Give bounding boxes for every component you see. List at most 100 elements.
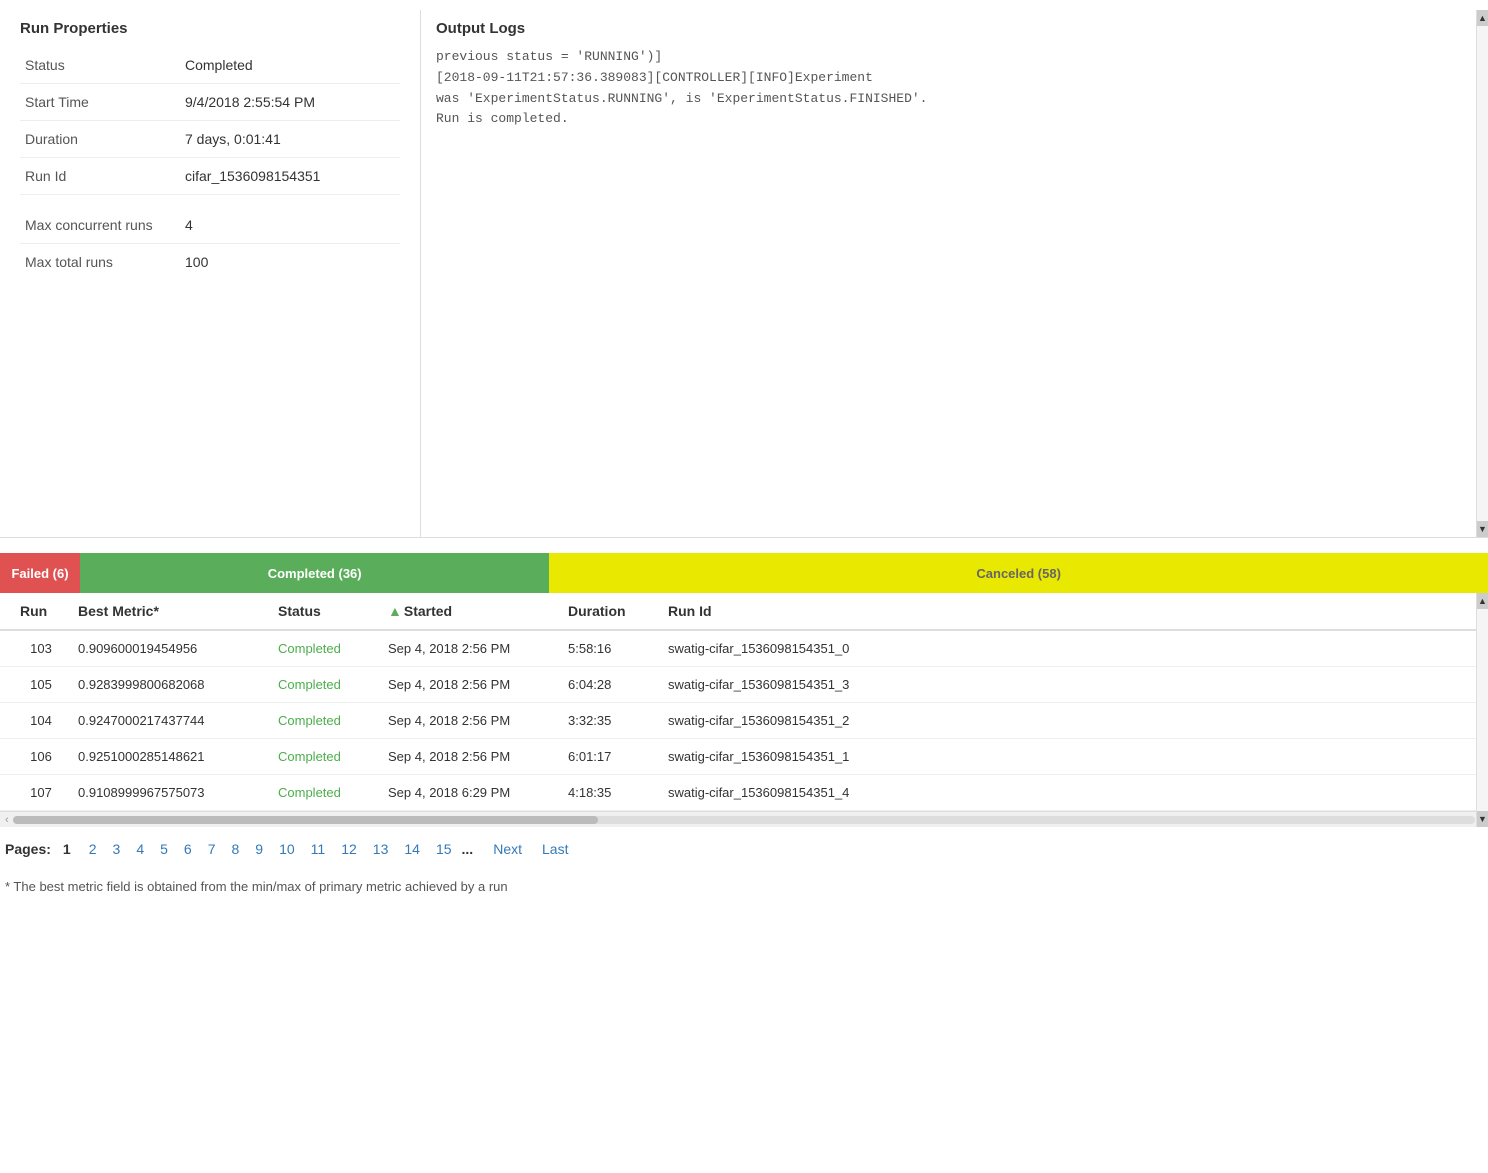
prop-label: Start Time xyxy=(20,84,180,121)
cell-run: 105 xyxy=(0,667,70,703)
status-canceled-bar[interactable]: Canceled (58) xyxy=(549,553,1488,593)
prop-row: Start Time9/4/2018 2:55:54 PM xyxy=(20,84,400,121)
table-row[interactable]: 103 0.909600019454956 Completed Sep 4, 2… xyxy=(0,630,1488,667)
prop-value: 7 days, 0:01:41 xyxy=(180,121,400,158)
col-header-metric[interactable]: Best Metric* xyxy=(70,593,270,630)
prop-value: 9/4/2018 2:55:54 PM xyxy=(180,84,400,121)
prop-value: 100 xyxy=(180,244,400,281)
col-header-duration[interactable]: Duration xyxy=(560,593,660,630)
cell-metric: 0.9251000285148621 xyxy=(70,739,270,775)
cell-runid: swatig-cifar_1536098154351_2 xyxy=(660,703,1488,739)
col-header-run[interactable]: Run xyxy=(0,593,70,630)
scrollbar-track xyxy=(13,816,1476,824)
pages-label: Pages: xyxy=(5,841,51,857)
scroll-down-btn[interactable]: ▼ xyxy=(1477,521,1488,537)
cell-run: 104 xyxy=(0,703,70,739)
footnote: * The best metric field is obtained from… xyxy=(0,871,1488,902)
page-3[interactable]: 3 xyxy=(107,839,127,859)
log-content[interactable]: previous status = 'RUNNING')][2018-09-11… xyxy=(436,47,1473,527)
scroll-up-btn[interactable]: ▲ xyxy=(1477,10,1488,26)
properties-table: StatusCompletedStart Time9/4/2018 2:55:5… xyxy=(20,47,400,280)
page-4[interactable]: 4 xyxy=(130,839,150,859)
cell-started: Sep 4, 2018 2:56 PM xyxy=(380,703,560,739)
cell-started: Sep 4, 2018 2:56 PM xyxy=(380,630,560,667)
page-11[interactable]: 11 xyxy=(305,839,332,859)
cell-started: Sep 4, 2018 6:29 PM xyxy=(380,775,560,811)
table-row[interactable]: 104 0.9247000217437744 Completed Sep 4, … xyxy=(0,703,1488,739)
page-5[interactable]: 5 xyxy=(154,839,174,859)
table-wrapper[interactable]: Run Best Metric* Status ▲Started Duratio… xyxy=(0,593,1488,827)
table-row[interactable]: 107 0.9108999967575073 Completed Sep 4, … xyxy=(0,775,1488,811)
cell-status: Completed xyxy=(270,739,380,775)
col-header-status[interactable]: Status xyxy=(270,593,380,630)
col-header-started[interactable]: ▲Started xyxy=(380,593,560,630)
status-failed[interactable]: Failed (6) xyxy=(0,553,80,593)
table-row[interactable]: 106 0.9251000285148621 Completed Sep 4, … xyxy=(0,739,1488,775)
cell-runid: swatig-cifar_1536098154351_3 xyxy=(660,667,1488,703)
cell-metric: 0.9247000217437744 xyxy=(70,703,270,739)
page-2[interactable]: 2 xyxy=(83,839,103,859)
cell-run: 107 xyxy=(0,775,70,811)
cell-started: Sep 4, 2018 2:56 PM xyxy=(380,739,560,775)
page-13[interactable]: 13 xyxy=(367,839,395,859)
page-14[interactable]: 14 xyxy=(398,839,426,859)
pagination: Pages: 1 2 3 4 5 6 7 8 9 10 11 12 13 14 … xyxy=(0,827,1488,871)
cell-run: 106 xyxy=(0,739,70,775)
prop-row-extra: Max total runs100 xyxy=(20,244,400,281)
cell-duration: 3:32:35 xyxy=(560,703,660,739)
cell-status: Completed xyxy=(270,775,380,811)
cell-metric: 0.9283999800682068 xyxy=(70,667,270,703)
cell-run: 103 xyxy=(0,630,70,667)
page-next-btn[interactable]: Next xyxy=(485,839,530,859)
page-last-btn[interactable]: Last xyxy=(534,839,576,859)
prop-row: Duration7 days, 0:01:41 xyxy=(20,121,400,158)
table-row[interactable]: 105 0.9283999800682068 Completed Sep 4, … xyxy=(0,667,1488,703)
cell-runid: swatig-cifar_1536098154351_1 xyxy=(660,739,1488,775)
cell-metric: 0.9108999967575073 xyxy=(70,775,270,811)
page-15[interactable]: 15 xyxy=(430,839,458,859)
cell-status: Completed xyxy=(270,630,380,667)
cell-status: Completed xyxy=(270,703,380,739)
cell-duration: 4:18:35 xyxy=(560,775,660,811)
prop-label: Run Id xyxy=(20,158,180,195)
output-logs-title: Output Logs xyxy=(436,20,1473,37)
prop-value: cifar_1536098154351 xyxy=(180,158,400,195)
page-6[interactable]: 6 xyxy=(178,839,198,859)
prop-label: Duration xyxy=(20,121,180,158)
page-7[interactable]: 7 xyxy=(202,839,222,859)
table-scroll-up-btn[interactable]: ▲ xyxy=(1477,593,1488,609)
prop-row-extra: Max concurrent runs4 xyxy=(20,207,400,244)
page-12[interactable]: 12 xyxy=(335,839,363,859)
scrollbar-thumb[interactable] xyxy=(13,816,598,824)
table-section: Run Best Metric* Status ▲Started Duratio… xyxy=(0,593,1488,827)
run-properties-panel: Run Properties StatusCompletedStart Time… xyxy=(0,10,420,537)
cell-duration: 5:58:16 xyxy=(560,630,660,667)
top-section: Run Properties StatusCompletedStart Time… xyxy=(0,10,1488,538)
horizontal-scrollbar[interactable]: ‹ › xyxy=(0,811,1488,827)
status-completed-bar[interactable]: Completed (36) xyxy=(80,553,549,593)
page-current: 1 xyxy=(63,841,71,857)
cell-status: Completed xyxy=(270,667,380,703)
status-bar: Failed (6) Completed (36) Canceled (58) xyxy=(0,553,1488,593)
page-10[interactable]: 10 xyxy=(273,839,301,859)
table-scrollbar[interactable]: ▲ ▼ xyxy=(1476,593,1488,827)
cell-runid: swatig-cifar_1536098154351_4 xyxy=(660,775,1488,811)
prop-label: Max total runs xyxy=(20,244,180,281)
cell-metric: 0.909600019454956 xyxy=(70,630,270,667)
prop-value: 4 xyxy=(180,207,400,244)
runs-table: Run Best Metric* Status ▲Started Duratio… xyxy=(0,593,1488,811)
prop-row: StatusCompleted xyxy=(20,47,400,84)
col-header-runid[interactable]: Run Id xyxy=(660,593,1488,630)
run-properties-title: Run Properties xyxy=(20,20,400,37)
page-9[interactable]: 9 xyxy=(249,839,269,859)
prop-value: Completed xyxy=(180,47,400,84)
scroll-left-btn[interactable]: ‹ xyxy=(5,814,9,826)
cell-runid: swatig-cifar_1536098154351_0 xyxy=(660,630,1488,667)
output-logs-panel: Output Logs previous status = 'RUNNING')… xyxy=(420,10,1488,537)
page-8[interactable]: 8 xyxy=(226,839,246,859)
main-container: Run Properties StatusCompletedStart Time… xyxy=(0,0,1488,912)
log-scrollbar[interactable]: ▲ ▼ xyxy=(1476,10,1488,537)
prop-label: Status xyxy=(20,47,180,84)
table-scroll-down-btn[interactable]: ▼ xyxy=(1477,811,1488,827)
prop-row: Run Idcifar_1536098154351 xyxy=(20,158,400,195)
